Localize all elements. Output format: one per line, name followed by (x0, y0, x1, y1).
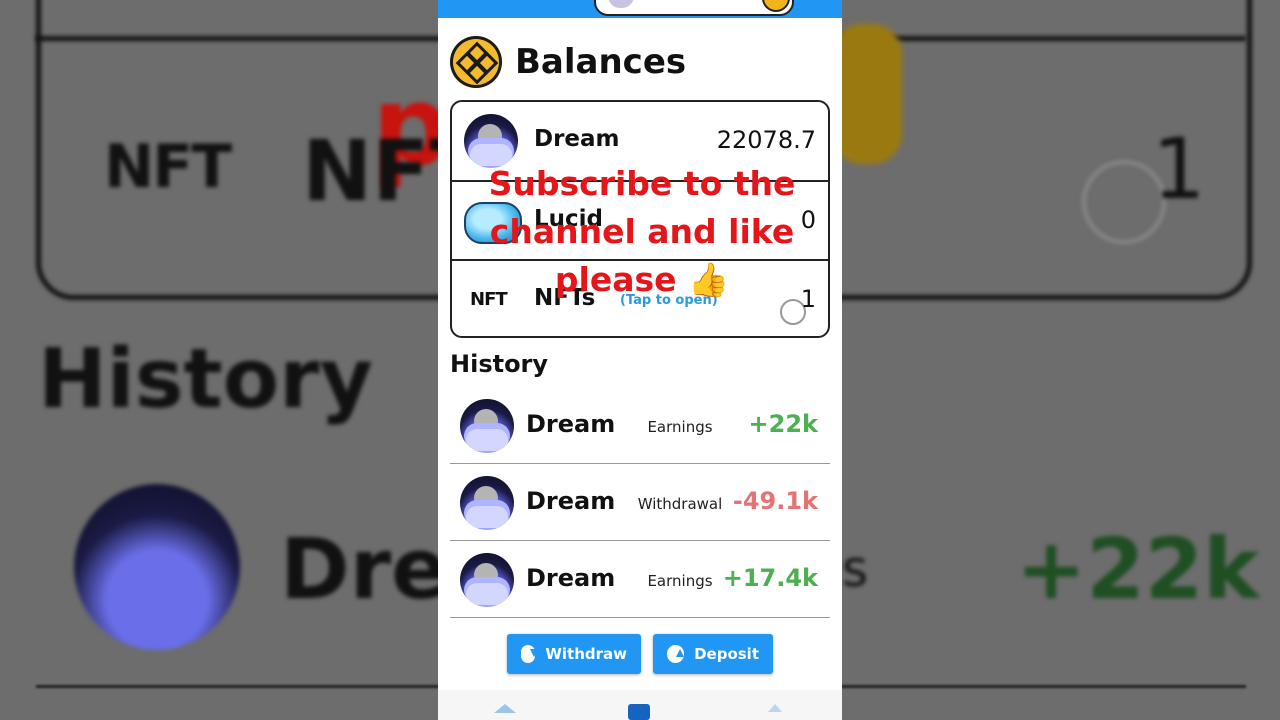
bg-dream-avatar (74, 484, 240, 650)
history-row[interactable]: Dream Earnings +17.4k (450, 542, 830, 618)
bottom-navigation (438, 690, 842, 720)
cloud-download-icon (521, 645, 539, 663)
bg-nft-logo: NFT (104, 132, 232, 202)
bg-amount: +22k (1016, 520, 1260, 618)
wallet-icon[interactable] (628, 704, 650, 720)
dream-moon-icon (460, 476, 514, 530)
history-list: Dream Earnings +22k Dream Withdrawal -49… (450, 388, 830, 619)
history-row[interactable]: Dream Withdrawal -49.1k (450, 465, 830, 541)
send-icon[interactable] (764, 704, 786, 720)
account-pill[interactable] (594, 0, 794, 16)
bg-nft-count: 1 (1152, 120, 1206, 218)
dream-moon-icon (460, 553, 514, 607)
action-buttons: Withdraw Deposit (507, 634, 773, 674)
deposit-label: Deposit (694, 645, 759, 663)
history-amount: +17.4k (722, 564, 818, 592)
bg-thumb-icon (832, 24, 902, 164)
deposit-button[interactable]: Deposit (653, 634, 773, 674)
bg-history-title: History (38, 332, 373, 427)
history-amount: +22k (748, 410, 818, 438)
balance-value: 0 (800, 206, 816, 234)
withdraw-label: Withdraw (545, 645, 627, 663)
history-title: History (450, 350, 549, 378)
balance-value: 22078.7 (716, 126, 816, 154)
bg-type-fragment: s (842, 540, 869, 598)
history-type: Earnings (647, 418, 713, 436)
avatar-icon (608, 0, 634, 8)
home-icon[interactable] (494, 704, 516, 720)
balance-value: 1 (800, 285, 816, 313)
history-amount: -49.1k (732, 487, 818, 515)
balance-name: Dream (534, 126, 620, 152)
top-app-bar (438, 0, 842, 18)
cloud-upload-icon (667, 645, 685, 663)
history-row[interactable]: Dream Earnings +22k (450, 388, 830, 464)
subscribe-overlay: Subscribe to the channel and like please… (488, 164, 796, 299)
balances-header: Balances (450, 36, 686, 88)
dream-moon-icon (460, 399, 514, 453)
app-screen: Balances Dream 22078.7 Lucid 0 NFT NFTs … (438, 0, 842, 720)
coin-icon (762, 0, 790, 12)
balances-title: Balances (515, 42, 687, 82)
withdraw-button[interactable]: Withdraw (507, 634, 641, 674)
binance-coin-icon (450, 36, 502, 88)
